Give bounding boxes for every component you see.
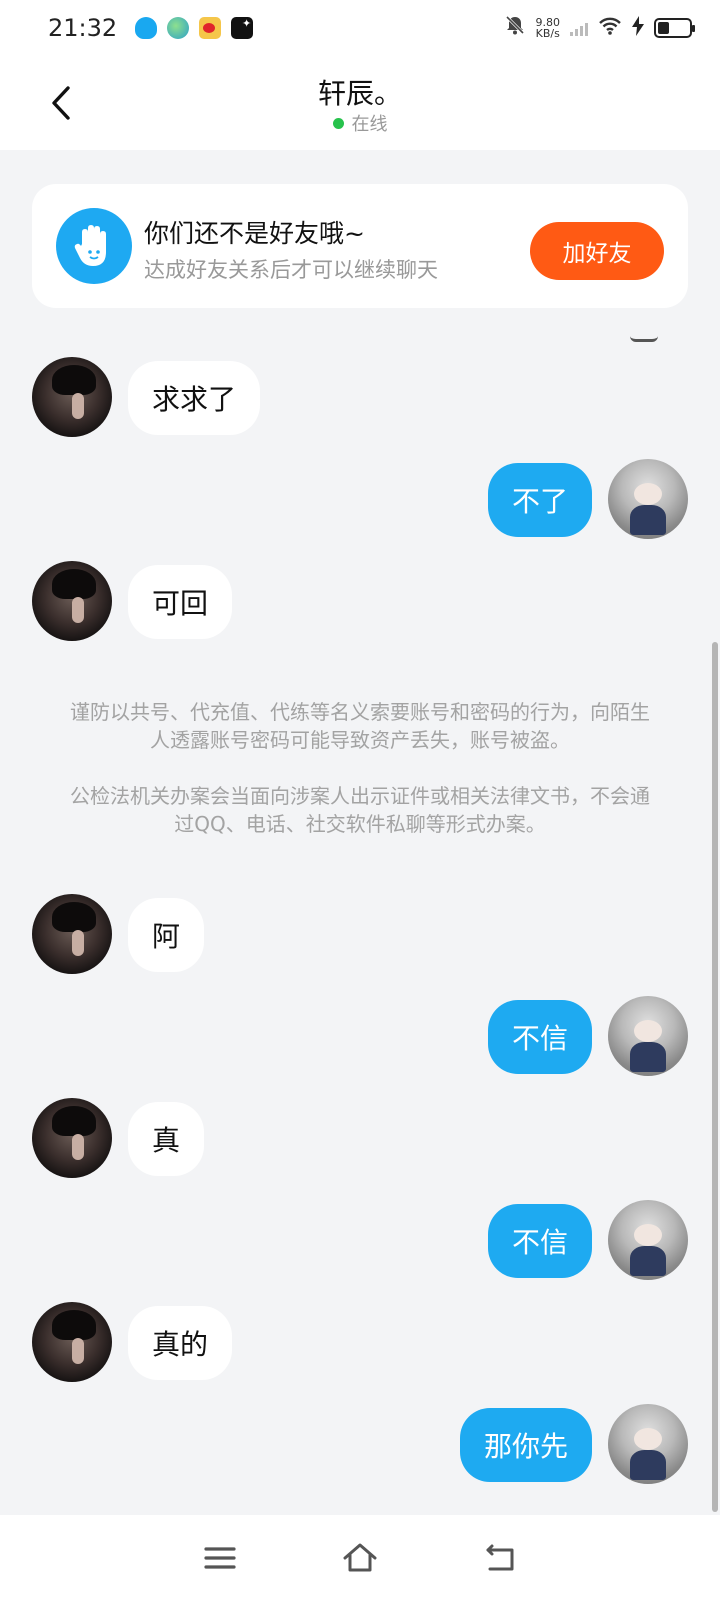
- wifi-icon: [598, 16, 622, 41]
- message-row: 求求了: [0, 357, 720, 437]
- notice-paragraph: 公检法机关办案会当面向涉案人出示证件或相关法律文书，不会通过QQ、电话、社交软件…: [70, 784, 650, 836]
- message-bubble[interactable]: 真: [128, 1102, 205, 1176]
- message-bubble[interactable]: 阿: [128, 898, 205, 972]
- card-subtitle: 达成好友关系后才可以继续聊天: [144, 258, 438, 282]
- menu-icon: [204, 1546, 236, 1569]
- chat-header: 轩辰。 在线: [0, 56, 720, 150]
- message-row: 真的: [0, 1302, 720, 1382]
- qq-icon: [135, 17, 158, 39]
- battery-level: [658, 22, 669, 34]
- system-nav-bar: [0, 1515, 720, 1600]
- contact-avatar[interactable]: [32, 894, 112, 974]
- self-avatar[interactable]: [608, 459, 688, 539]
- message-row: 可回: [0, 561, 720, 641]
- browser-icon: [167, 17, 190, 39]
- message-row: 阿: [0, 894, 720, 974]
- bell-muted-icon: [504, 14, 526, 42]
- self-avatar[interactable]: [608, 1404, 688, 1484]
- message-row: 不信: [0, 1200, 720, 1280]
- home-button[interactable]: [336, 1534, 384, 1582]
- message-bubble[interactable]: 不信: [487, 1000, 592, 1074]
- message-row: 真: [0, 1098, 720, 1178]
- contact-avatar[interactable]: [32, 1302, 112, 1382]
- add-friend-card: 你们还不是好友哦~ 达成好友关系后才可以继续聊天 加好友: [32, 184, 688, 308]
- card-title: 你们还不是好友哦~: [144, 219, 365, 248]
- message-bubble[interactable]: 求求了: [128, 361, 261, 435]
- security-notice: 谨防以共号、代充值、代练等名义索要账号和密码的行为，向陌生人透露账号密码可能导致…: [68, 698, 652, 838]
- self-avatar[interactable]: [608, 1200, 688, 1280]
- contact-avatar[interactable]: [32, 561, 112, 641]
- collapsed-indicator: [630, 336, 658, 342]
- message-bubble[interactable]: 可回: [128, 565, 233, 639]
- message-row: 不了: [0, 459, 720, 539]
- message-bubble[interactable]: 真的: [128, 1306, 233, 1380]
- return-icon: [486, 1544, 514, 1570]
- signal-icon: [570, 20, 588, 36]
- wave-hand-icon: [56, 208, 132, 284]
- weibo-icon: [199, 17, 222, 39]
- chat-title[interactable]: 轩辰。: [0, 72, 720, 112]
- menu-button[interactable]: [196, 1534, 244, 1582]
- back-nav-button[interactable]: [476, 1534, 524, 1582]
- system-status: 9.80 KB/s: [504, 14, 695, 42]
- message-bubble[interactable]: 那你先: [459, 1408, 592, 1482]
- status-bar: 21:32 9.80 KB/s: [0, 0, 720, 56]
- home-icon: [343, 1543, 377, 1571]
- charging-icon: [632, 15, 644, 41]
- add-friend-button[interactable]: 加好友: [530, 222, 664, 280]
- network-speed: 9.80 KB/s: [536, 17, 561, 39]
- self-avatar[interactable]: [608, 996, 688, 1076]
- online-status: 在线: [0, 110, 720, 136]
- message-bubble[interactable]: 不了: [487, 463, 592, 537]
- contact-avatar[interactable]: [32, 1098, 112, 1178]
- message-row: 不信: [0, 996, 720, 1076]
- notification-icons: [135, 17, 254, 39]
- clock: 21:32: [48, 14, 118, 42]
- scrollbar[interactable]: [712, 642, 718, 1512]
- contact-avatar[interactable]: [32, 357, 112, 437]
- star-app-icon: [231, 17, 254, 39]
- online-dot-icon: [332, 118, 344, 129]
- network-speed-unit: KB/s: [535, 27, 560, 40]
- notice-paragraph: 谨防以共号、代充值、代练等名义索要账号和密码的行为，向陌生人透露账号密码可能导致…: [70, 700, 650, 752]
- message-bubble[interactable]: 不信: [487, 1204, 592, 1278]
- online-status-text: 在线: [351, 114, 388, 135]
- message-row: 那你先: [0, 1404, 720, 1484]
- battery-icon: [654, 18, 695, 38]
